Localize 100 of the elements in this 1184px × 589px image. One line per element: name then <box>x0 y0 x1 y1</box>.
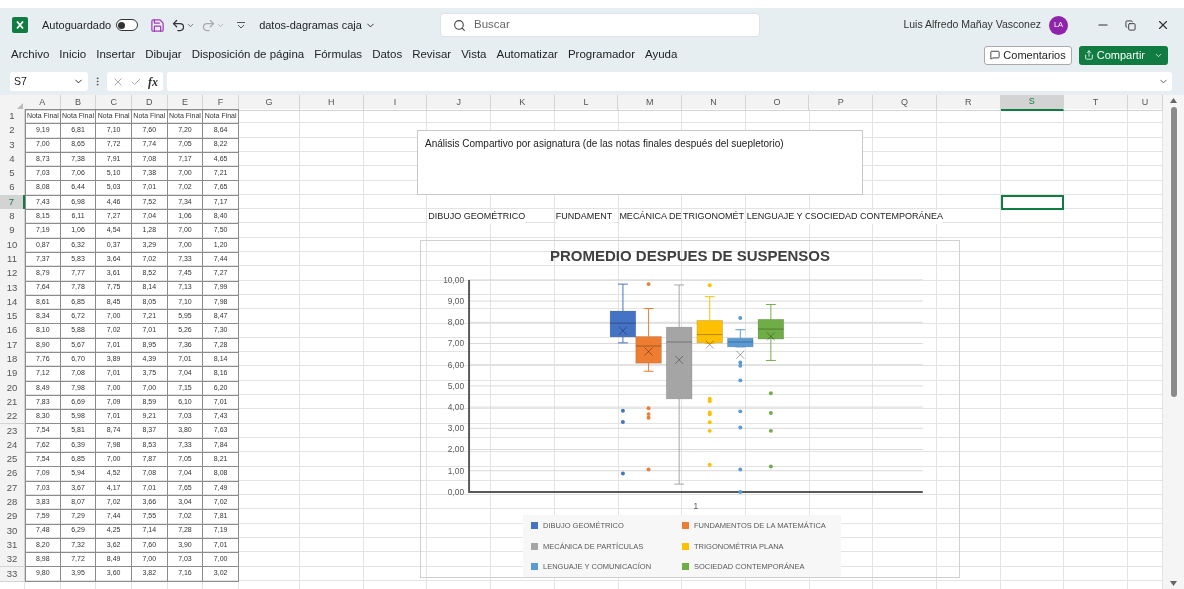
column-header[interactable]: U <box>1127 95 1163 111</box>
autosave-label: Autoguardado <box>42 17 112 33</box>
save-icon[interactable] <box>150 17 166 33</box>
menu-tab[interactable]: Dibujar <box>145 46 182 64</box>
row-header[interactable]: 2 <box>0 123 25 139</box>
insert-function-button[interactable]: fx <box>148 72 158 91</box>
customize-toolbar-icon[interactable] <box>237 21 246 29</box>
row-header[interactable]: 22 <box>0 409 25 425</box>
menu-tab[interactable]: Insertar <box>96 46 136 64</box>
whisker <box>734 328 746 339</box>
column-header[interactable]: L <box>554 95 619 111</box>
outlier-point <box>707 282 712 287</box>
quartile-box <box>635 335 662 364</box>
quartile-box <box>609 310 637 337</box>
menu-tab[interactable]: Programador <box>567 46 635 64</box>
y-tick-label: 6,00 <box>447 359 465 370</box>
outlier-point <box>738 425 743 430</box>
menu-tab[interactable]: Ayuda <box>645 46 678 64</box>
column-header[interactable]: D <box>131 95 168 111</box>
search-field[interactable]: Buscar <box>440 13 760 37</box>
column-header[interactable]: G <box>238 95 300 111</box>
whisker <box>617 336 629 343</box>
menu-tab[interactable]: Vista <box>461 46 487 64</box>
menu-tab[interactable]: Automatizar <box>496 46 558 64</box>
outlier-point <box>768 390 773 395</box>
column-header[interactable]: S <box>1000 95 1065 111</box>
comment-icon <box>990 50 1001 60</box>
whisker <box>765 338 777 361</box>
column-header[interactable]: K <box>491 95 555 111</box>
table-cell: SOCIEDAD CONTEMPORÁNEA <box>810 210 943 224</box>
row-header[interactable]: 32 <box>0 552 25 568</box>
column-header[interactable]: R <box>936 95 1001 111</box>
comments-button[interactable]: Comentarios <box>984 45 1072 65</box>
user-name: Luis Alfredo Mañay Vasconez <box>903 17 1041 33</box>
row-header[interactable]: 6 <box>0 180 25 196</box>
outlier-point <box>738 409 743 413</box>
column-header[interactable]: E <box>167 95 204 111</box>
formula-input[interactable] <box>167 72 1172 91</box>
column-header[interactable]: M <box>618 95 683 111</box>
quartile-box <box>696 319 723 343</box>
column-header[interactable]: I <box>363 95 428 111</box>
autosave-toggle[interactable] <box>116 19 139 31</box>
outlier-point <box>738 467 743 472</box>
median-line <box>696 333 724 335</box>
column-header[interactable]: C <box>96 95 132 111</box>
whisker <box>617 283 629 312</box>
menu-tab[interactable]: Revisar <box>412 46 452 64</box>
outlier-point <box>646 467 651 472</box>
menu-tab[interactable]: Fórmulas <box>314 46 363 64</box>
menu-tab[interactable]: Inicio <box>59 46 87 64</box>
row-header[interactable]: 26 <box>0 466 25 482</box>
column-header[interactable]: H <box>299 95 364 111</box>
whisker <box>643 362 654 372</box>
column-header[interactable]: B <box>60 95 97 111</box>
column-header[interactable]: P <box>809 95 874 111</box>
menu-tab[interactable]: Disposición de página <box>191 46 305 64</box>
close-icon[interactable] <box>1156 18 1170 32</box>
table-cell: DIBUJO GEOMÉTRICO <box>428 210 526 224</box>
scroll-down-icon[interactable] <box>1170 581 1177 586</box>
file-name-button[interactable]: datos-dagramas caja <box>259 16 376 34</box>
restore-icon[interactable] <box>1125 19 1136 31</box>
mean-marker <box>735 349 745 359</box>
row-header[interactable]: 29 <box>0 509 25 525</box>
column-header[interactable]: T <box>1064 95 1128 111</box>
column-header[interactable]: Q <box>873 95 937 111</box>
row-header[interactable]: 9 <box>0 223 25 239</box>
share-button[interactable]: Compartir <box>1078 45 1168 65</box>
whisker <box>765 303 777 320</box>
column-header[interactable]: N <box>682 95 746 111</box>
undo-icon[interactable] <box>171 17 187 33</box>
row-header[interactable]: 19 <box>0 366 25 382</box>
quartile-box <box>727 337 754 347</box>
mean-marker <box>644 346 653 356</box>
y-tick-label: 7,00 <box>447 338 465 349</box>
y-tick-label: 8,00 <box>447 316 465 327</box>
excel-logo-icon <box>12 17 28 33</box>
column-header[interactable]: F <box>203 95 239 111</box>
column-header[interactable]: A <box>25 95 61 111</box>
row-header[interactable]: 12 <box>0 266 25 282</box>
mean-marker <box>674 354 684 364</box>
search-icon <box>453 18 466 32</box>
menu-tab[interactable]: Datos <box>372 46 403 64</box>
share-icon <box>1083 50 1094 60</box>
column-header[interactable]: O <box>745 95 810 111</box>
menu-tab[interactable]: Archivo <box>11 46 50 64</box>
scroll-up-icon[interactable] <box>1170 98 1177 103</box>
whisker <box>643 307 654 337</box>
outlier-point <box>738 315 743 320</box>
outlier-point <box>768 410 773 415</box>
mean-marker <box>766 331 776 341</box>
median-line <box>635 345 662 347</box>
selected-cell[interactable] <box>1000 194 1065 211</box>
whisker <box>704 295 716 321</box>
y-tick-label: 9,00 <box>447 295 465 306</box>
outlier-point <box>620 419 625 424</box>
name-box[interactable]: S7 <box>10 72 88 91</box>
scrollbar-thumb[interactable] <box>1170 107 1177 397</box>
column-header[interactable]: J <box>427 95 491 111</box>
row-header[interactable]: 16 <box>0 323 25 339</box>
y-tick-label: 4,00 <box>447 401 465 412</box>
